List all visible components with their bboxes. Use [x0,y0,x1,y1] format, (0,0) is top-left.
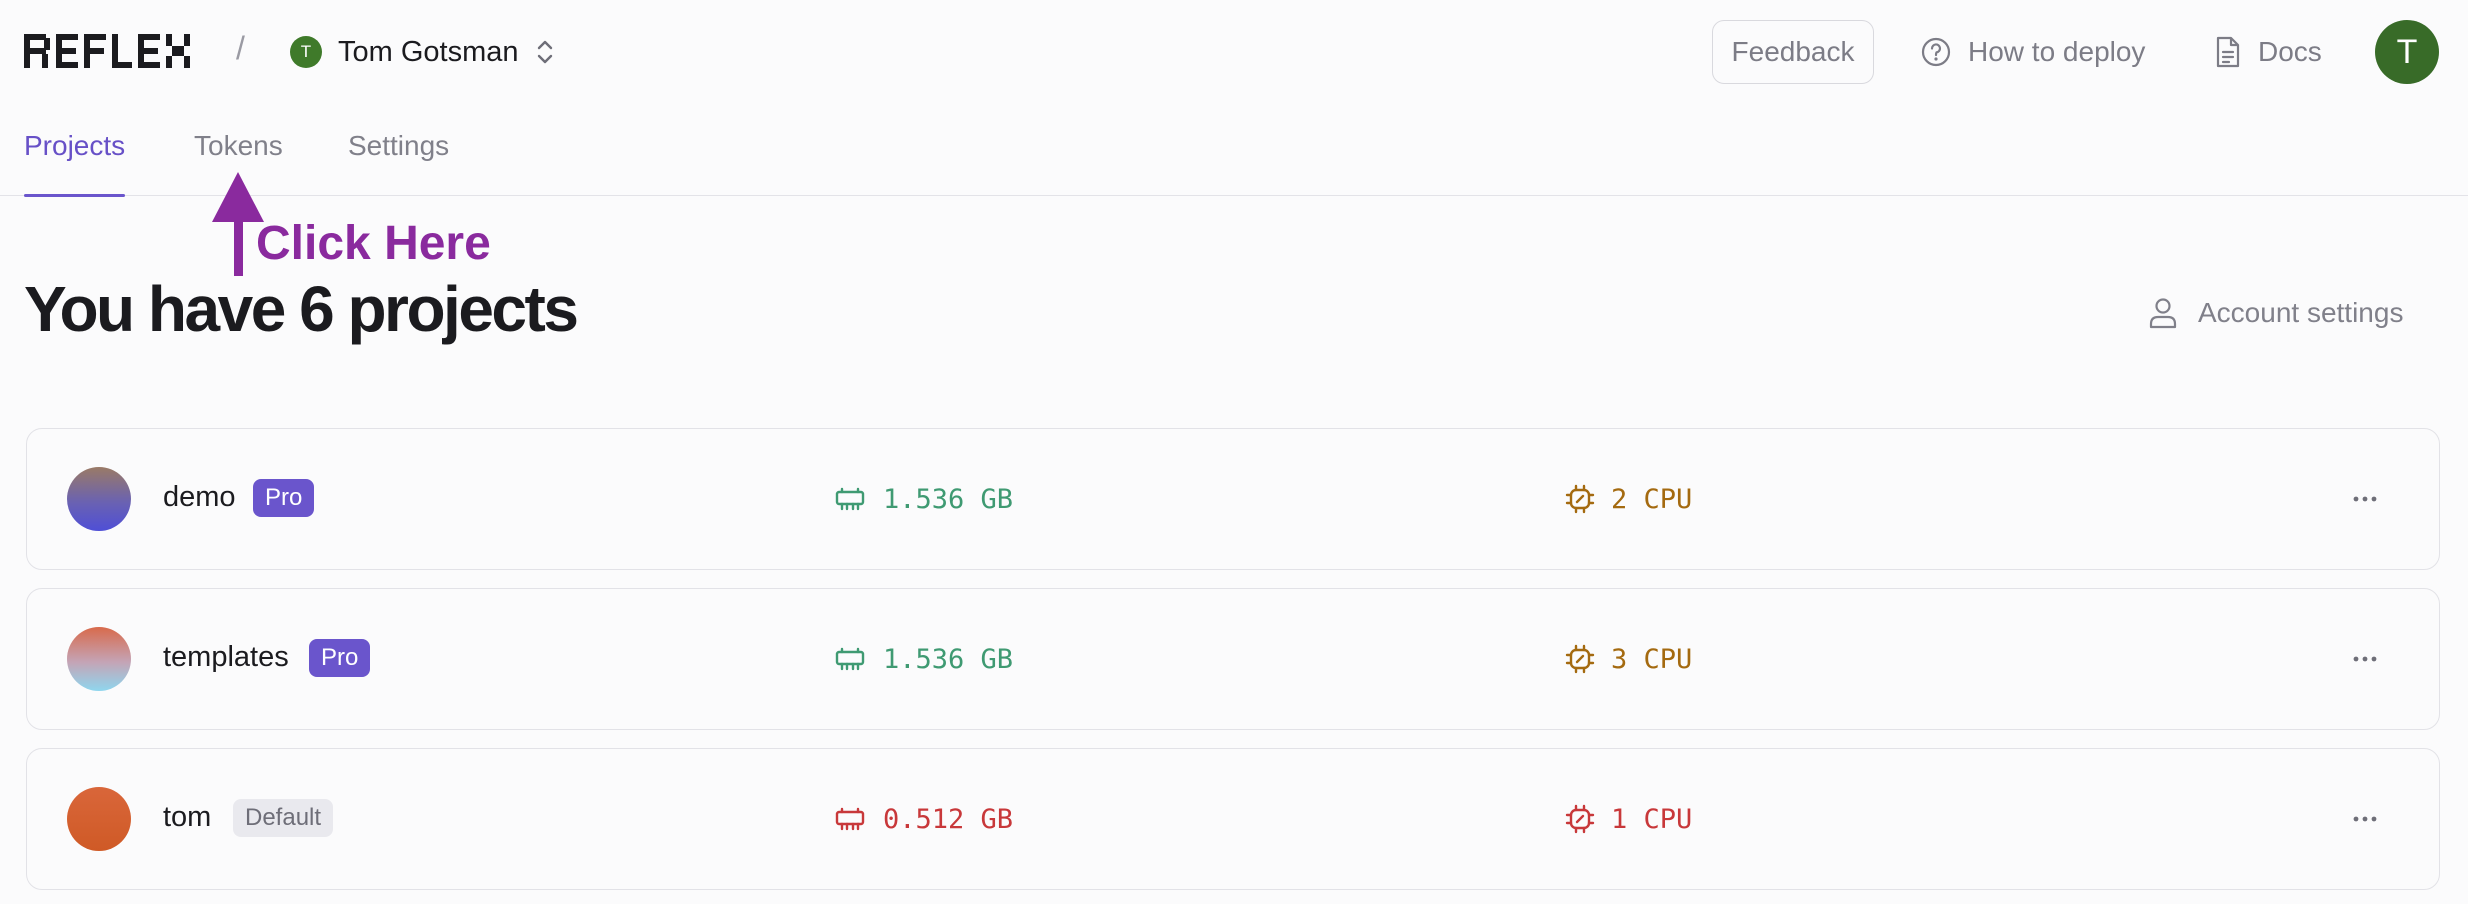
team-name: Tom Gotsman [338,35,519,68]
user-icon [2148,297,2178,329]
memory-stat: 1.536 GB [835,479,1013,519]
account-settings-link[interactable]: Account settings [2148,290,2403,336]
more-options-icon[interactable] [2345,481,2385,517]
team-switcher[interactable]: T Tom Gotsman [290,28,555,76]
project-card-templates[interactable]: templates Pro 1.536 GB 3 CPU [26,588,2440,730]
project-name: templates [163,641,289,673]
user-avatar[interactable]: T [2375,20,2439,84]
tab-projects[interactable]: Projects [24,130,126,197]
breadcrumb-separator: / [236,30,245,66]
annotation-label: Click Here [256,217,491,270]
project-card-demo[interactable]: demo Pro 1.536 GB 2 CPU [26,428,2440,570]
cpu-icon [1565,644,1595,674]
project-name: demo [163,481,236,513]
docs-label: Docs [2258,36,2322,67]
project-avatar [67,467,131,531]
feedback-button[interactable]: Feedback [1712,20,1874,84]
tab-bar: Projects Tokens Settings [0,104,2468,197]
memory-chip-icon [835,487,865,511]
account-settings-label: Account settings [2198,297,2404,328]
cpu-stat: 2 CPU [1565,479,1692,519]
memory-stat: 1.536 GB [835,639,1013,679]
more-options-icon[interactable] [2345,641,2385,677]
how-to-deploy-link[interactable]: How to deploy [1920,26,2145,78]
cpu-icon [1565,804,1595,834]
project-avatar [67,627,131,691]
chevron-up-down-icon [535,38,555,66]
cpu-stat: 1 CPU [1565,799,1692,839]
memory-value: 1.536 GB [883,643,1014,675]
docs-link[interactable]: Docs [2214,26,2322,78]
team-avatar: T [290,36,322,68]
memory-stat: 0.512 GB [835,799,1013,839]
plan-badge: Default [233,799,334,837]
memory-value: 1.536 GB [883,483,1014,515]
document-icon [2214,36,2242,68]
help-circle-icon [1920,36,1952,68]
memory-chip-icon [835,807,865,831]
tab-settings[interactable]: Settings [348,130,449,196]
more-options-icon[interactable] [2345,801,2385,837]
plan-badge: Pro [253,479,315,517]
memory-chip-icon [835,647,865,671]
project-card-tom[interactable]: tom Default 0.512 GB 1 CPU [26,748,2440,890]
project-name: tom [163,801,212,833]
project-avatar [67,787,131,851]
cpu-value: 3 CPU [1611,643,1693,675]
how-to-deploy-label: How to deploy [1968,36,2146,67]
page-title: You have 6 projects [24,273,579,345]
top-bar: / T Tom Gotsman Feedback How to deploy D… [0,0,2468,104]
plan-badge: Pro [309,639,371,677]
cpu-value: 1 CPU [1611,803,1693,835]
cpu-icon [1565,484,1595,514]
memory-value: 0.512 GB [883,803,1014,835]
cpu-value: 2 CPU [1611,483,1693,515]
reflex-logo[interactable] [24,34,190,68]
cpu-stat: 3 CPU [1565,639,1692,679]
